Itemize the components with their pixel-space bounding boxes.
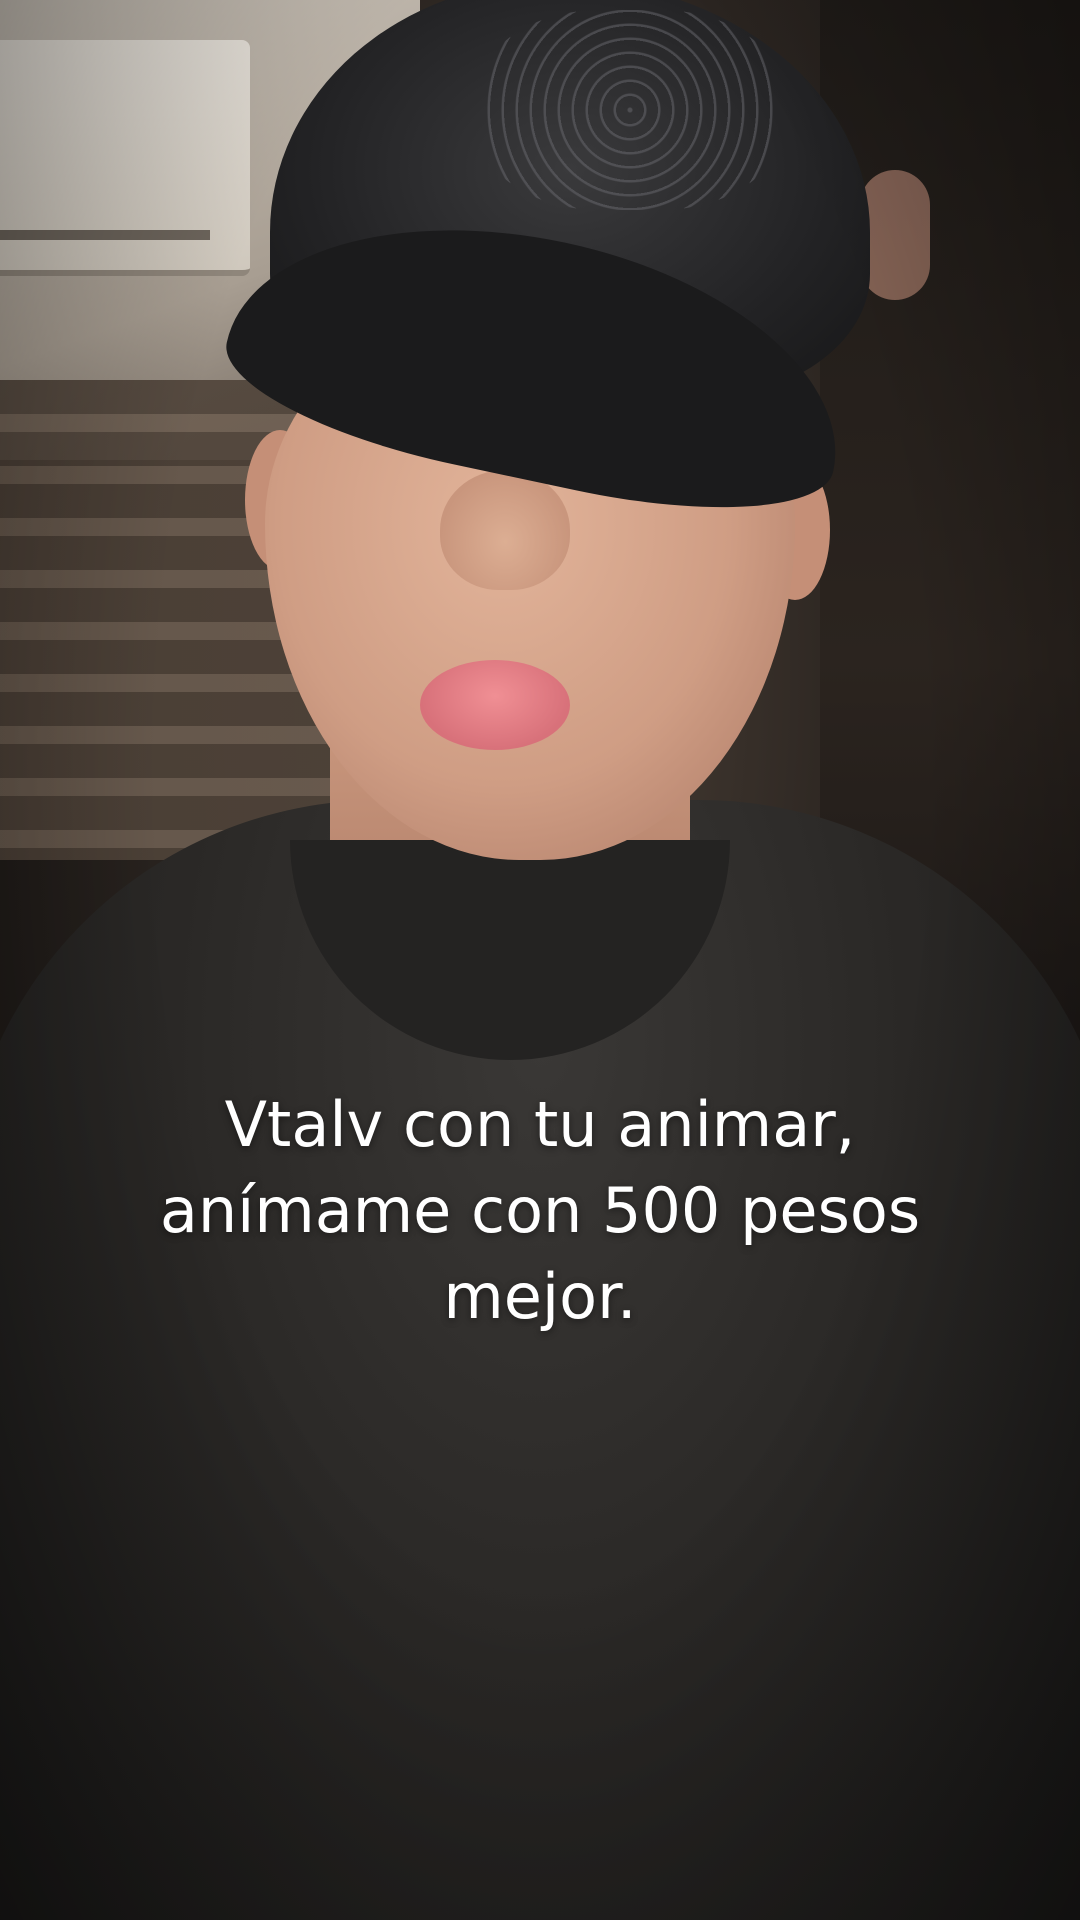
caption-overlay: Vtalv con tu animar, anímame con 500 pes…: [0, 1082, 1080, 1340]
caption-line-3: mejor.: [443, 1260, 637, 1333]
vignette-overlay: [0, 0, 1080, 1920]
caption-line-1: Vtalv con tu animar,: [224, 1088, 856, 1161]
caption-line-2: anímame con 500 pesos: [159, 1174, 921, 1247]
video-frame[interactable]: Vtalv con tu animar, anímame con 500 pes…: [0, 0, 1080, 1920]
